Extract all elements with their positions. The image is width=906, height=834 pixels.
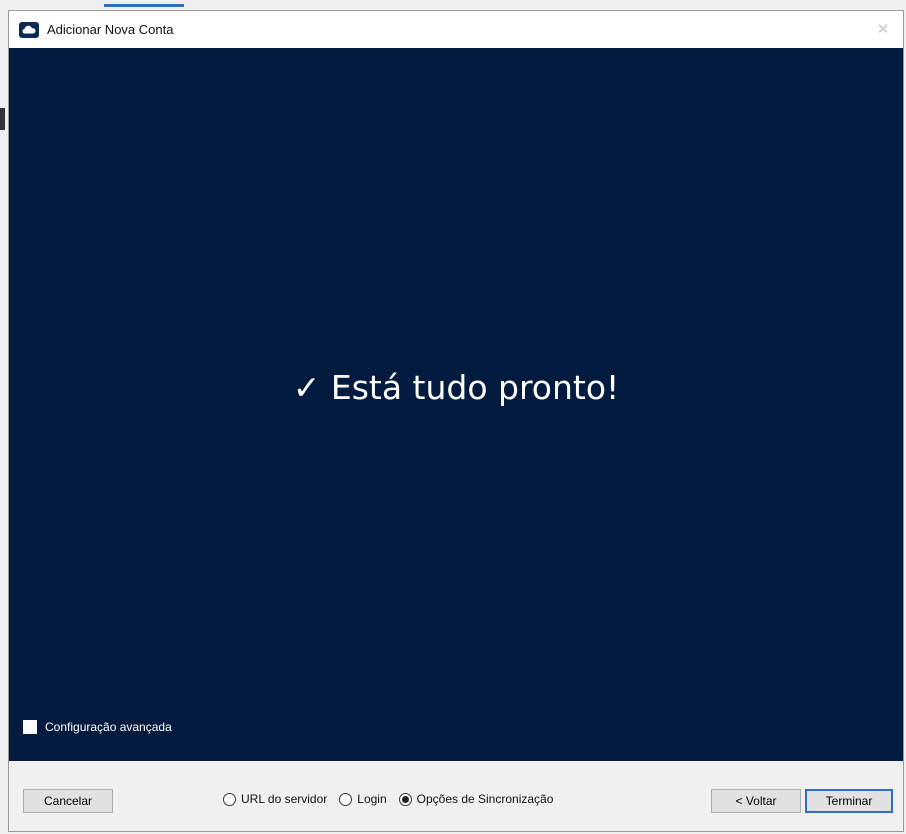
step-login-radio[interactable] [339,792,353,806]
background-tab-indicator [104,4,184,7]
advanced-config-checkbox-box[interactable] [23,720,37,734]
radio-selected-dot [401,795,409,803]
step-server-url-radio[interactable] [223,792,236,806]
finish-button[interactable]: Terminar [805,789,893,813]
completion-message: ✓ Está tudo pronto! [292,368,620,407]
wizard-footer: Cancelar URL do servidor Login Opções de… [9,761,903,831]
back-button[interactable]: < Voltar [711,789,801,813]
cancel-button[interactable]: Cancelar [23,789,113,813]
step-login-label[interactable]: Login [357,792,386,806]
title-bar: Adicionar Nova Conta ✕ [9,11,903,48]
wizard-steps: URL do servidor Login Opções de Sincroni… [223,792,565,806]
wizard-content-area: ✓ Está tudo pronto! Configuração avançad… [9,48,903,761]
step-server-url-label[interactable]: URL do servidor [241,792,327,806]
step-server-url[interactable]: URL do servidor [223,792,327,806]
step-sync-options[interactable]: Opções de Sincronização [398,792,554,806]
step-login[interactable]: Login [339,792,387,806]
close-icon[interactable]: ✕ [871,17,895,41]
step-sync-options-radio[interactable] [398,792,412,806]
add-account-dialog: Adicionar Nova Conta ✕ ✓ Está tudo pront… [8,10,904,832]
advanced-config-label[interactable]: Configuração avançada [45,720,172,734]
step-sync-options-label[interactable]: Opções de Sincronização [417,792,554,806]
cloud-icon [19,21,39,38]
window-title: Adicionar Nova Conta [47,22,174,37]
advanced-config-checkbox[interactable]: Configuração avançada [23,720,172,734]
background-window-edge [0,108,5,130]
